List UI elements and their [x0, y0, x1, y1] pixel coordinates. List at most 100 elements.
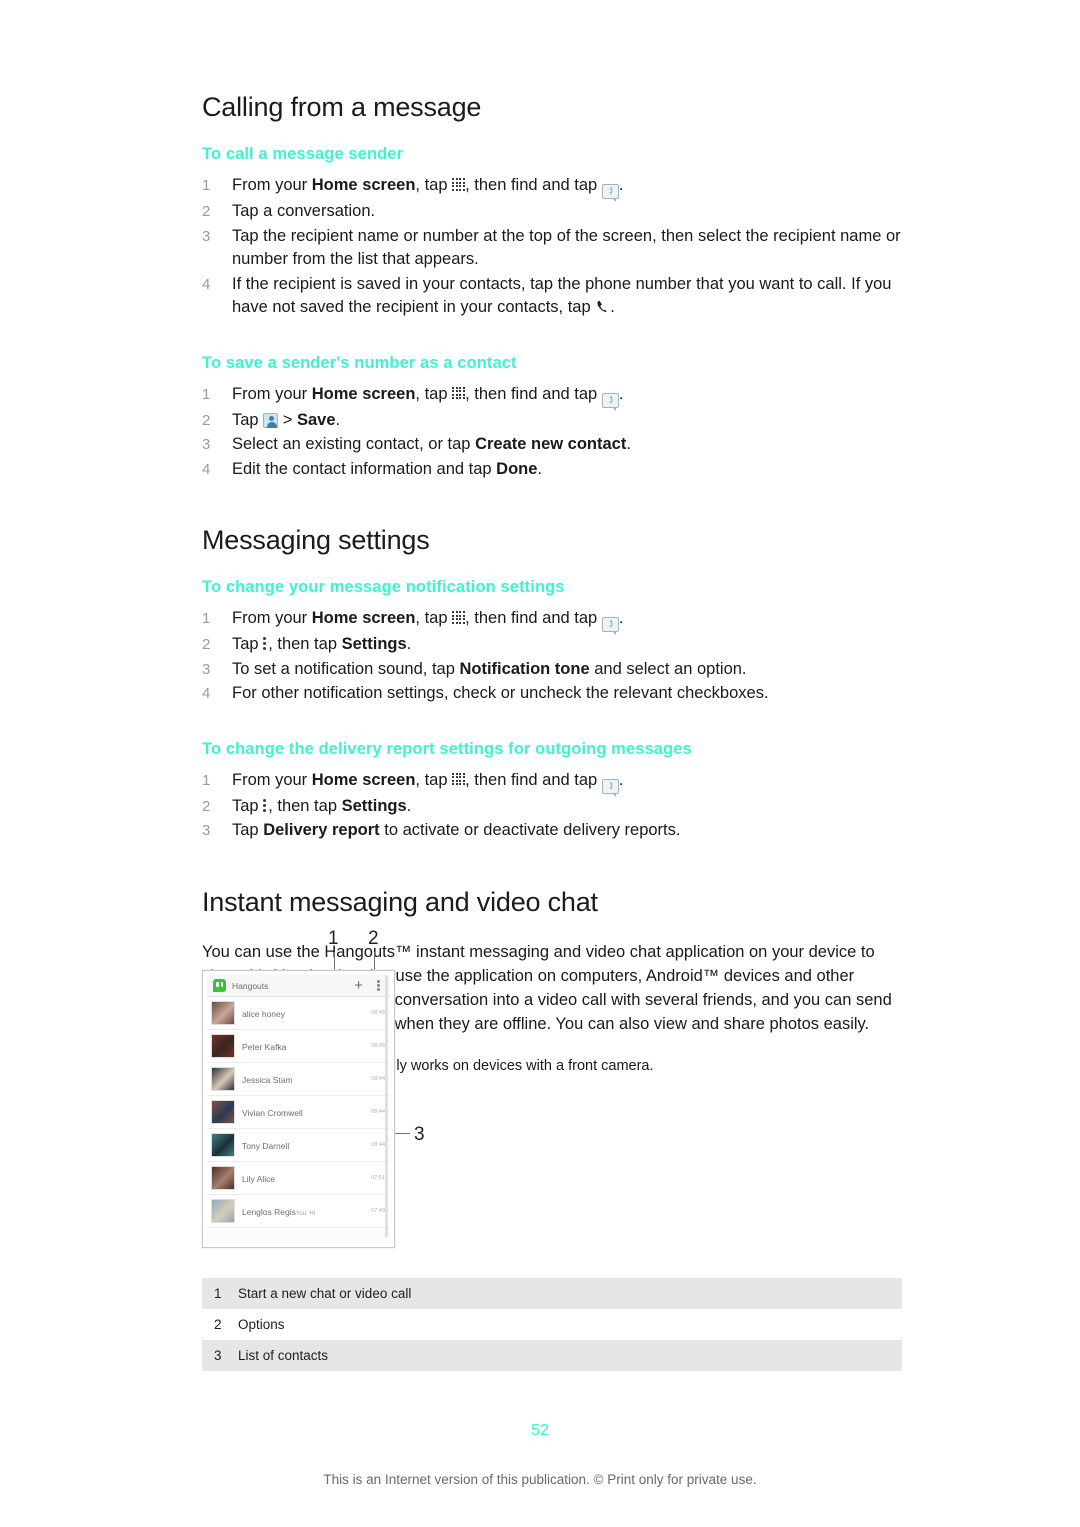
- page-number: 52: [531, 1422, 549, 1439]
- overflow-menu-icon: [263, 637, 268, 651]
- avatar: [211, 1034, 235, 1058]
- step-item: 1 From your Home screen, tap , then find …: [202, 769, 902, 797]
- step-number: 2: [202, 203, 211, 220]
- legend-number: 1: [214, 1286, 222, 1301]
- contact-row[interactable]: Jessica Stam 08:44: [207, 1063, 390, 1096]
- messaging-app-icon: :): [601, 617, 619, 635]
- step-number: 1: [202, 177, 211, 194]
- avatar: [211, 1067, 235, 1091]
- step-item: 1 From your Home screen, tap , then find …: [202, 174, 902, 202]
- contact-info: Lenglos RegisYou: Hi: [242, 1202, 367, 1220]
- messaging-app-icon: :): [601, 778, 619, 797]
- callout-number-3: 3: [414, 1124, 425, 1145]
- avatar: [211, 1199, 235, 1223]
- contact-info: Lily Alice: [242, 1169, 367, 1187]
- messaging-app-icon: :): [601, 184, 619, 202]
- apps-grid-icon: [452, 178, 465, 191]
- step-number: 2: [202, 411, 211, 429]
- contact-time: 08:44: [371, 1076, 385, 1082]
- step-number: 4: [202, 460, 211, 478]
- step-number: 3: [202, 436, 211, 453]
- contact-row[interactable]: alice honey 08:45: [207, 997, 390, 1030]
- document-page: Calling from a message To call a message…: [0, 0, 1080, 1527]
- hangouts-figure: 1 2 3 Hangouts + alice honey 08:45 Peter K…: [202, 928, 702, 1278]
- contact-time: 08:44: [371, 1109, 385, 1115]
- contact-info: Vivian Cromwell: [242, 1103, 367, 1121]
- contact-info: Jessica Stam: [242, 1070, 367, 1088]
- contact-row[interactable]: Peter Kafka 08:45: [207, 1030, 390, 1063]
- section-heading-messaging-settings: Messaging settings: [202, 525, 430, 555]
- list-scrollbar[interactable]: [385, 975, 388, 1237]
- step-number: 2: [202, 636, 211, 653]
- contact-time: 08:45: [371, 1043, 385, 1049]
- contact-row[interactable]: Vivian Cromwell 08:44: [207, 1096, 390, 1129]
- step-text: Edit the contact information and tap Don…: [232, 459, 543, 478]
- contact-time: 07:49: [371, 1208, 385, 1214]
- legend-row: 1 Start a new chat or video call: [202, 1278, 902, 1309]
- section-heading-instant-messaging-video-chat: Instant messaging and video chat: [202, 886, 598, 917]
- contact-preview: You: Hi: [295, 1211, 315, 1217]
- step-text: Tap , then tap Settings.: [232, 635, 412, 653]
- step-item: 3 To set a notification sound, tap Notifi…: [202, 658, 902, 682]
- footer-copyright: This is an Internet version of this publ…: [323, 1472, 757, 1487]
- callout-number-1: 1: [328, 928, 339, 949]
- step-number: 3: [202, 660, 211, 678]
- step-item: 4 For other notification settings, check …: [202, 682, 902, 706]
- legend-text: Start a new chat or video call: [238, 1286, 412, 1301]
- step-item: 1 From your Home screen, tap , then find …: [202, 383, 902, 411]
- step-item: 4 If the recipient is saved in your conta…: [202, 273, 902, 320]
- contact-name: Jessica Stam: [242, 1075, 293, 1085]
- step-text: From your Home screen, tap , then find a…: [232, 385, 623, 411]
- step-number: 1: [202, 385, 211, 403]
- section-heading-calling-from-a-message: Calling from a message: [202, 92, 482, 122]
- contact-name: Peter Kafka: [242, 1042, 287, 1052]
- step-text: Tap a conversation.: [232, 202, 376, 220]
- contact-name: Vivian Cromwell: [242, 1108, 303, 1118]
- apps-grid-icon: [452, 772, 465, 786]
- steps-to-call-a-message-sender: 1 From your Home screen, tap , then find …: [202, 174, 902, 320]
- hangouts-screenshot: Hangouts + alice honey 08:45 Peter Kafka 08…: [202, 970, 395, 1248]
- contact-row[interactable]: Tony Darnell 08:44: [207, 1129, 390, 1162]
- step-item: 1 From your Home screen, tap , then find …: [202, 607, 902, 635]
- step-item: 2 Tap , then tap Settings.: [202, 633, 902, 657]
- contact-row[interactable]: Lily Alice 07:51: [207, 1162, 390, 1195]
- step-number: 4: [202, 685, 211, 702]
- contact-name: Lily Alice: [242, 1174, 276, 1184]
- step-number: 1: [202, 771, 211, 789]
- step-item: 4 Edit the contact information and tap Do…: [202, 458, 902, 482]
- steps-message-notification-settings: 1 From your Home screen, tap , then find …: [202, 607, 902, 706]
- step-number: 3: [202, 227, 211, 245]
- step-text: From your Home screen, tap , then find a…: [232, 771, 623, 797]
- legend-number: 3: [214, 1348, 222, 1363]
- contacts-list[interactable]: alice honey 08:45 Peter Kafka 08:45 Jessica …: [207, 997, 390, 1228]
- step-text: Tap > Save.: [232, 410, 341, 429]
- subsection-heading-to-save-senders-number: To save a sender's number as a contact: [202, 353, 517, 372]
- step-number: 1: [202, 610, 211, 627]
- hangouts-app-bar: Hangouts +: [207, 975, 390, 997]
- avatar: [211, 1166, 235, 1190]
- new-chat-button[interactable]: +: [354, 978, 363, 993]
- step-text: Select an existing contact, or tap Creat…: [232, 435, 631, 453]
- contact-name: Tony Darnell: [242, 1141, 290, 1151]
- phone-call-icon: [595, 298, 610, 313]
- apps-grid-icon: [452, 386, 465, 400]
- contact-row[interactable]: Lenglos RegisYou: Hi 07:49: [207, 1195, 390, 1228]
- avatar: [211, 1100, 235, 1124]
- contact-info: Tony Darnell: [242, 1136, 367, 1154]
- legend-row: 3 List of contacts: [202, 1340, 902, 1371]
- hangouts-app-title: Hangouts: [232, 980, 269, 991]
- step-text: To set a notification sound, tap Notific…: [232, 659, 747, 678]
- apps-grid-icon: [452, 611, 465, 624]
- steps-to-save-senders-number: 1 From your Home screen, tap , then find …: [202, 383, 902, 482]
- messaging-app-icon: :): [601, 392, 619, 411]
- step-text: From your Home screen, tap , then find a…: [232, 609, 623, 635]
- avatar: [211, 1001, 235, 1025]
- step-item: 3 Tap Delivery report to activate or deac…: [202, 819, 902, 843]
- contact-avatar-icon: [263, 412, 279, 428]
- step-item: 2 Tap a conversation.: [202, 200, 902, 224]
- subsection-heading-to-call-a-message-sender: To call a message sender: [202, 145, 404, 163]
- options-button[interactable]: [377, 980, 380, 991]
- contact-time: 08:44: [371, 1142, 385, 1148]
- contact-info: Peter Kafka: [242, 1037, 367, 1055]
- callout-number-2: 2: [368, 928, 379, 949]
